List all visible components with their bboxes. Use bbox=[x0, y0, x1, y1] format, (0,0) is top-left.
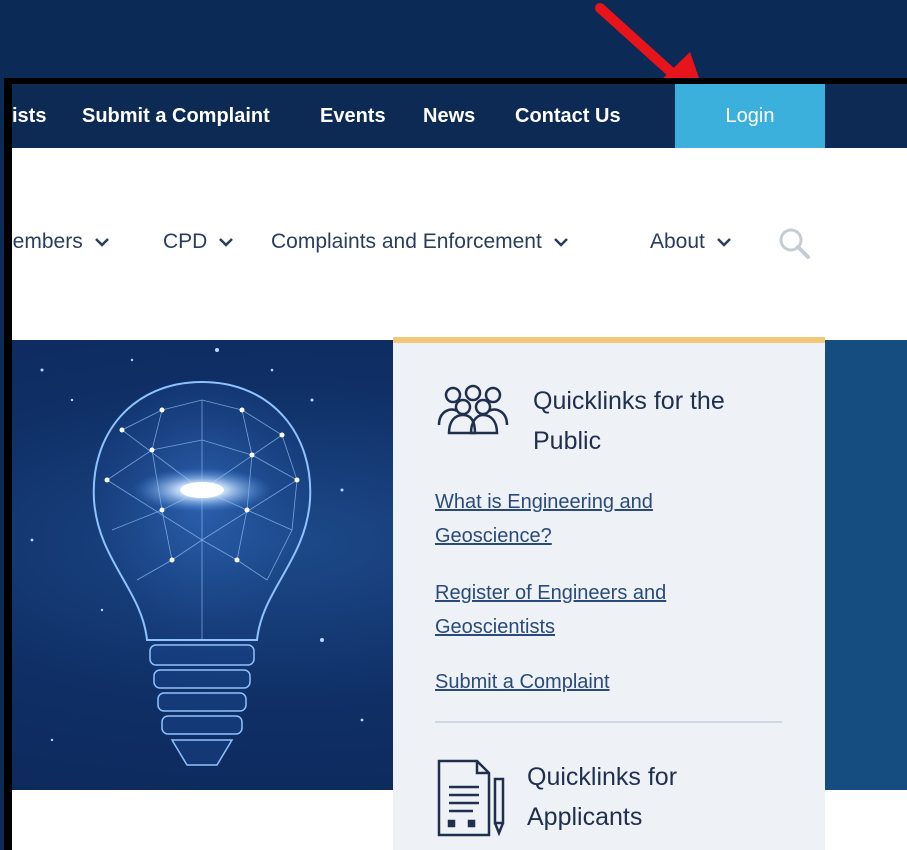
web-page: ists Submit a Complaint Events News Cont… bbox=[12, 84, 907, 850]
link-register-engineers[interactable]: Register of Engineers and Geoscientists bbox=[435, 576, 735, 644]
main-nav: lembers CPD Complaints and Enforcement A… bbox=[12, 148, 907, 340]
utility-link-submit-complaint[interactable]: Submit a Complaint bbox=[82, 105, 270, 128]
nav-item-label: CPD bbox=[163, 230, 208, 253]
link-what-is-engineering[interactable]: What is Engineering and Geoscience? bbox=[435, 485, 735, 553]
quicklinks-applicants-title: Quicklinks for Applicants bbox=[527, 763, 678, 831]
chevron-down-icon bbox=[717, 238, 731, 247]
utility-link-registrants[interactable]: ists bbox=[12, 105, 46, 128]
nav-item-label: About bbox=[650, 230, 705, 253]
browser-frame: ists Submit a Complaint Events News Cont… bbox=[4, 78, 907, 850]
utility-link-events[interactable]: Events bbox=[320, 105, 386, 128]
utility-link-news[interactable]: News bbox=[423, 105, 475, 128]
quicklinks-panel: Quicklinks for the Public What is Engine… bbox=[393, 337, 825, 850]
people-group-icon bbox=[437, 384, 509, 435]
nav-item-cpd[interactable]: CPD bbox=[163, 230, 234, 254]
chevron-down-icon bbox=[94, 238, 109, 247]
link-submit-complaint[interactable]: Submit a Complaint bbox=[435, 665, 735, 699]
nav-item-label: Complaints and Enforcement bbox=[271, 230, 542, 253]
chevron-down-icon bbox=[219, 238, 234, 247]
utility-nav-bar: ists Submit a Complaint Events News Cont… bbox=[12, 84, 907, 148]
hero-right-band bbox=[825, 340, 907, 790]
lightbulb-image bbox=[30, 348, 364, 766]
nav-item-complaints-enforcement[interactable]: Complaints and Enforcement bbox=[271, 230, 568, 254]
quicklinks-public-header: Quicklinks for the Public bbox=[435, 381, 773, 461]
search-icon bbox=[779, 228, 810, 259]
login-button[interactable]: Login bbox=[675, 84, 825, 148]
quicklinks-applicants-header: Quicklinks for Applicants bbox=[435, 757, 727, 839]
nav-item-members[interactable]: lembers bbox=[12, 230, 109, 254]
chevron-down-icon bbox=[553, 238, 568, 247]
divider bbox=[435, 721, 782, 723]
utility-link-contact-us[interactable]: Contact Us bbox=[515, 105, 621, 128]
nav-item-label: lembers bbox=[12, 230, 83, 253]
search-button[interactable] bbox=[777, 226, 813, 267]
quicklinks-public-title: Quicklinks for the Public bbox=[533, 387, 725, 455]
document-pen-icon bbox=[437, 759, 505, 837]
nav-item-about[interactable]: About bbox=[650, 230, 731, 254]
